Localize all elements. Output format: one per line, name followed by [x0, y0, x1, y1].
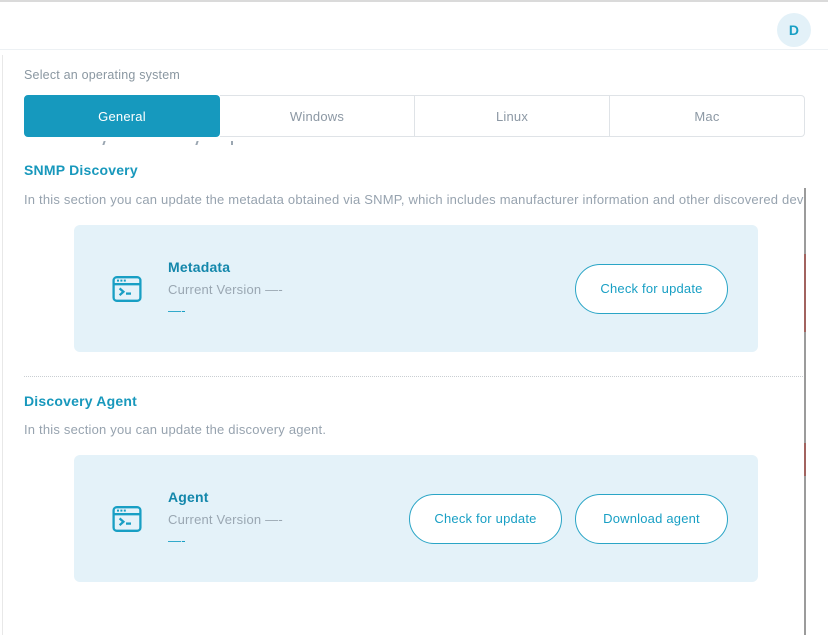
agent-version-value: —- — [168, 533, 186, 548]
discovery-agent-heading: Discovery Agent — [24, 393, 137, 409]
check-for-update-button[interactable]: Check for update — [575, 263, 728, 314]
metadata-card-buttons: Check for update — [575, 263, 728, 314]
user-avatar[interactable]: D — [777, 13, 811, 47]
agent-card: Agent Current Version —- —- Check for up… — [74, 455, 758, 582]
scrollbar-mark — [804, 254, 806, 332]
terminal-window-icon — [112, 504, 142, 534]
agent-card-buttons: Check for update Download agent — [409, 493, 728, 544]
metadata-version-value: —- — [168, 303, 186, 318]
snmp-discovery-description: In this section you can update the metad… — [24, 192, 805, 207]
os-selector-label: Select an operating system — [24, 68, 180, 82]
os-tab-group: General Windows Linux Mac — [24, 95, 805, 137]
clipped-text-fragments — [24, 140, 806, 146]
download-agent-button[interactable]: Download agent — [575, 493, 728, 544]
tab-general[interactable]: General — [24, 95, 220, 137]
agent-current-version: Current Version —- — [168, 512, 283, 527]
snmp-discovery-heading: SNMP Discovery — [24, 162, 138, 178]
agent-card-text: Agent Current Version —- —- — [168, 489, 409, 548]
avatar-initial: D — [788, 22, 800, 38]
agent-card-title: Agent — [168, 489, 209, 505]
tab-windows[interactable]: Windows — [220, 95, 415, 137]
top-header-bar: D — [0, 0, 828, 50]
terminal-window-icon — [112, 274, 142, 304]
metadata-card-title: Metadata — [168, 259, 231, 275]
agent-check-for-update-button[interactable]: Check for update — [409, 493, 562, 544]
tab-mac[interactable]: Mac — [610, 95, 805, 137]
metadata-current-version: Current Version —- — [168, 282, 283, 297]
metadata-card: Metadata Current Version —- —- Check for… — [74, 225, 758, 352]
section-divider — [24, 376, 805, 377]
metadata-card-text: Metadata Current Version —- —- — [168, 259, 575, 318]
update-settings-panel: Select an operating system General Windo… — [0, 51, 806, 635]
tab-linux[interactable]: Linux — [415, 95, 610, 137]
discovery-agent-description: In this section you can update the disco… — [24, 422, 327, 437]
vertical-scrollbar[interactable] — [804, 188, 806, 635]
scrollbar-mark — [804, 443, 806, 476]
